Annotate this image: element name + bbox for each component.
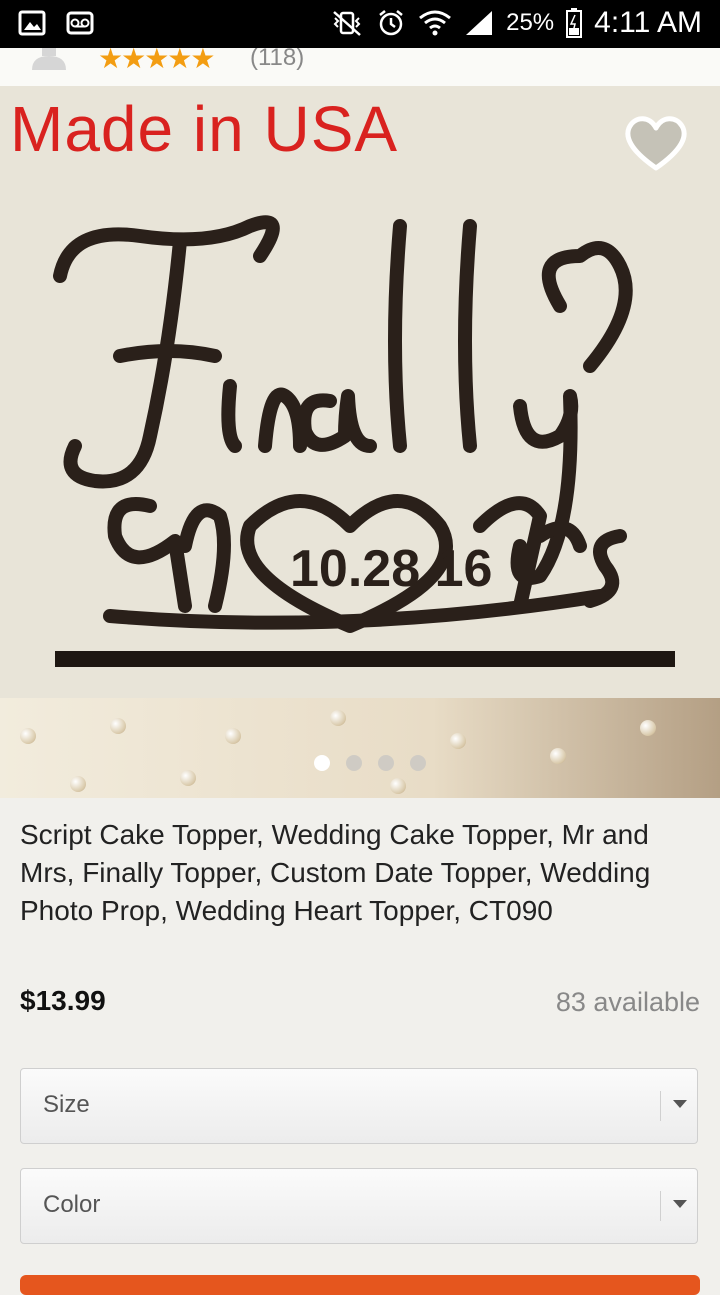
carousel-page-indicator [0,755,720,771]
select-divider [660,1091,661,1121]
signal-icon [466,11,493,35]
clock: 4:11 AM [594,6,702,39]
size-select[interactable]: Size [20,1068,698,1144]
rating-stars: ★★★★★ [98,48,216,74]
add-to-cart-button[interactable] [20,1275,700,1295]
size-select-label: Size [43,1091,90,1118]
svg-text:10.28.16: 10.28.16 [290,540,492,598]
color-select-label: Color [43,1191,101,1218]
battery-icon [566,8,583,38]
carousel-dot-active[interactable] [314,755,330,771]
carousel-dot[interactable] [378,755,394,771]
color-select[interactable]: Color [20,1168,698,1244]
select-divider [660,1191,661,1221]
seller-avatar [32,48,66,70]
chevron-down-icon [673,1100,687,1108]
availability-count: 83 available [555,987,700,1017]
table-background [0,698,720,798]
cake-topper-graphic: 10.28.16 [53,215,675,667]
carousel-dot[interactable] [346,755,362,771]
product-price: $13.99 [20,985,106,1016]
favorite-heart-icon[interactable] [620,106,692,178]
vibrate-mute-icon [333,11,361,36]
chevron-down-icon [673,1200,687,1208]
seller-rating-row: ★★★★★ (118) [0,48,720,86]
carousel-dot[interactable] [410,755,426,771]
product-title: Script Cake Topper, Wedding Cake Topper,… [20,819,651,926]
alarm-icon [379,10,403,36]
gallery-notification-icon [18,10,46,36]
voicemail-icon [66,11,94,35]
battery-percent: 25% [506,9,555,36]
wifi-icon [419,10,452,36]
status-bar: 25% 4:11 AM [0,0,720,48]
product-image-carousel[interactable]: Made in USA 10.28.16 [0,86,720,798]
rating-count: (118) [250,48,305,71]
image-banner-text: Made in USA [10,93,399,165]
